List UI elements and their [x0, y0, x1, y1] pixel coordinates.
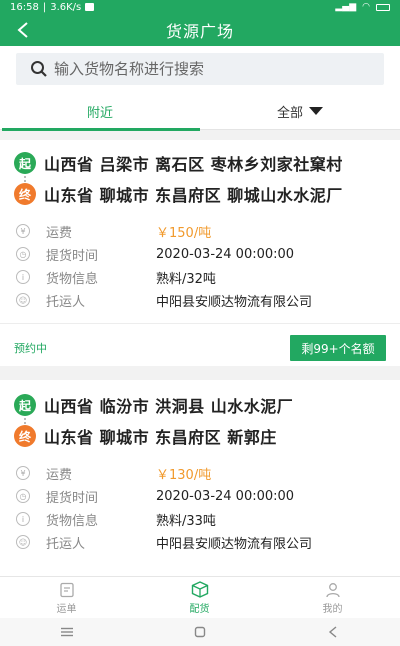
origin-address: 山西省 吕梁市 离石区 枣林乡刘家社窠村 [44, 155, 343, 174]
remaining-quota-button[interactable]: 剩99+个名额 [290, 335, 386, 361]
card-divider [0, 323, 400, 324]
tab-all-dropdown[interactable]: 全部 [200, 92, 400, 130]
notification-icon [85, 3, 95, 11]
shipper-label: 托运人 [46, 536, 86, 552]
origin-row: 起 山西省 临汾市 洪洞县 山水水泥厂 [14, 392, 293, 418]
menu-icon [60, 627, 73, 637]
cargo-info-value: 熟料/33吨 [156, 513, 216, 529]
pickup-time-value: 2020-03-24 00:00:00 [156, 246, 295, 262]
cargo-card[interactable]: 起 山西省 临汾市 洪洞县 山水水泥厂 终 山东省 聊城市 东昌府区 新郭庄 ¥… [0, 380, 400, 576]
destination-address: 山东省 聊城市 东昌府区 新郭庄 [44, 428, 277, 447]
nav-waybill[interactable]: 运单 [0, 577, 133, 619]
search-icon [31, 61, 47, 77]
system-navigation-bar [0, 618, 400, 646]
search-box[interactable] [16, 53, 384, 85]
start-badge: 起 [14, 394, 36, 416]
back-triangle-icon [329, 626, 337, 638]
page-title: 货源广场 [165, 22, 234, 41]
pickup-time-value: 2020-03-24 00:00:00 [156, 488, 295, 504]
document-icon [59, 582, 74, 597]
home-square-icon [194, 626, 206, 638]
pickup-time-row: ◷ 提货时间 2020-03-24 00:00:00 [16, 243, 386, 265]
nav-dispatch-label: 配货 [189, 604, 210, 615]
origin-row: 起 山西省 吕梁市 离石区 枣林乡刘家社窠村 [14, 150, 343, 176]
search-section [0, 46, 400, 92]
box-icon [191, 581, 208, 598]
nav-profile[interactable]: 我的 [266, 577, 399, 619]
menu-button[interactable] [37, 622, 97, 642]
chevron-left-icon [17, 22, 28, 38]
nav-dispatch[interactable]: 配货 [133, 577, 266, 619]
pickup-time-label: 提货时间 [46, 490, 99, 506]
clock-icon: ◷ [16, 247, 30, 261]
yen-icon: ¥ [16, 224, 30, 238]
freight-label: 运费 [46, 225, 73, 241]
cargo-info-value: 熟料/32吨 [156, 271, 216, 287]
battery-icon [376, 3, 390, 11]
network-speed: 3.6K/s [50, 1, 82, 13]
cargo-card[interactable]: 起 山西省 吕梁市 离石区 枣林乡刘家社窠村 终 山东省 聊城市 东昌府区 聊城… [0, 140, 400, 366]
signal-icon: ▂▄▆ [335, 2, 357, 12]
clock-icon: ◷ [16, 489, 30, 503]
end-badge: 终 [14, 425, 36, 447]
end-badge: 终 [14, 183, 36, 205]
status-bar: 16:58 | 3.6K/s ▂▄▆ ◠ [0, 0, 400, 14]
back-button[interactable] [10, 17, 36, 43]
freight-value: ￥130/吨 [156, 467, 212, 483]
destination-row: 终 山东省 聊城市 东昌府区 聊城山水水泥厂 [14, 181, 343, 207]
wifi-icon: ◠ [362, 2, 370, 12]
freight-label: 运费 [46, 467, 73, 483]
pickup-time-row: ◷ 提货时间 2020-03-24 00:00:00 [16, 485, 386, 507]
home-button[interactable] [170, 622, 230, 642]
cargo-info-row: i 货物信息 熟料/32吨 [16, 266, 386, 288]
navigation-bar: 货源广场 [0, 14, 400, 46]
cargo-info-row: i 货物信息 熟料/33吨 [16, 508, 386, 530]
shipper-row: ☺ 托运人 中阳县安顺达物流有限公司 [16, 289, 386, 311]
cargo-info-label: 货物信息 [46, 513, 99, 529]
back-system-button[interactable] [303, 622, 363, 642]
info-icon: i [16, 512, 30, 526]
reservation-status: 预约中 [14, 342, 47, 355]
yen-icon: ¥ [16, 466, 30, 480]
remaining-quota-label: 剩99+个名额 [301, 341, 375, 356]
caret-down-icon [309, 107, 323, 115]
start-badge: 起 [14, 152, 36, 174]
destination-row: 终 山东省 聊城市 东昌府区 新郭庄 [14, 423, 277, 449]
shipper-value: 中阳县安顺达物流有限公司 [156, 294, 313, 310]
nav-waybill-label: 运单 [56, 603, 77, 615]
cargo-info-label: 货物信息 [46, 271, 99, 287]
freight-row: ¥ 运费 ￥130/吨 [16, 462, 386, 484]
freight-row: ¥ 运费 ￥150/吨 [16, 220, 386, 242]
shipper-value: 中阳县安顺达物流有限公司 [156, 536, 313, 552]
tab-nearby-label: 附近 [86, 105, 113, 121]
pickup-time-label: 提货时间 [46, 248, 99, 264]
user-icon [325, 582, 340, 597]
nav-profile-label: 我的 [322, 603, 343, 615]
shipper-label: 托运人 [46, 294, 86, 310]
info-icon: i [16, 270, 30, 284]
freight-value: ￥150/吨 [156, 225, 212, 241]
origin-address: 山西省 临汾市 洪洞县 山水水泥厂 [44, 397, 294, 416]
status-time: 16:58 [10, 1, 39, 13]
filter-tabs: 附近 全部 [0, 92, 400, 131]
shipper-row: ☺ 托运人 中阳县安顺达物流有限公司 [16, 531, 386, 553]
person-icon: ☺ [16, 293, 30, 307]
person-icon: ☺ [16, 535, 30, 549]
bottom-navigation: 运单 配货 我的 [0, 576, 400, 618]
tab-nearby[interactable]: 附近 [0, 92, 200, 131]
destination-address: 山东省 聊城市 东昌府区 聊城山水水泥厂 [44, 186, 343, 205]
tab-all-label: 全部 [276, 105, 303, 121]
search-input[interactable] [54, 60, 354, 78]
